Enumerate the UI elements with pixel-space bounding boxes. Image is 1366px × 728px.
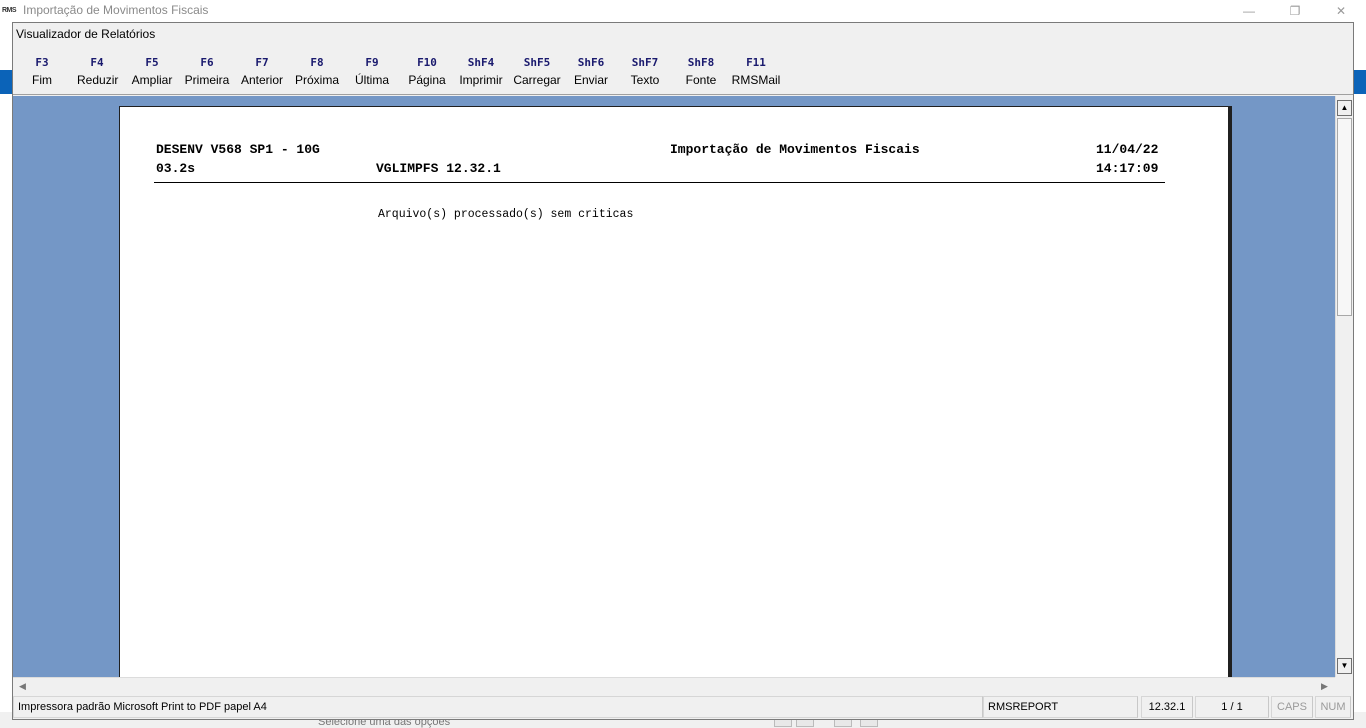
- toolbar-button-reduzir[interactable]: F4 Reduzir: [77, 55, 119, 91]
- toolbar-key: ShF8: [687, 56, 715, 69]
- function-key-toolbar: F3 Fim F4 Reduzir F5 Ampliar F6 Primeira…: [13, 49, 1353, 95]
- report-environment: DESENV V568 SP1 - 10G: [156, 142, 320, 157]
- toolbar-button-fim[interactable]: F3 Fim: [27, 55, 57, 91]
- outer-title-bar: RMS Importação de Movimentos Fiscais — ❐…: [0, 0, 1366, 22]
- toolbar-button-primeira[interactable]: F6 Primeira: [183, 55, 231, 91]
- outer-window-edge-right: [1354, 70, 1366, 94]
- report-canvas[interactable]: DESENV V568 SP1 - 10G Importação de Movi…: [13, 96, 1335, 677]
- toolbar-label: RMSMail: [731, 73, 781, 87]
- toolbar-label: Fonte: [685, 73, 717, 87]
- toolbar-key: ShF6: [577, 56, 605, 69]
- toolbar-key: F7: [255, 56, 269, 69]
- outer-window-edge-left: [0, 70, 12, 94]
- toolbar-label: Fim: [32, 73, 52, 87]
- toolbar-button-rmsmail[interactable]: F11 RMSMail: [731, 55, 781, 91]
- status-num: NUM: [1315, 696, 1351, 718]
- scroll-down-icon[interactable]: ▼: [1337, 658, 1352, 674]
- toolbar-label: Ampliar: [131, 73, 173, 87]
- status-module: RMSREPORT: [983, 696, 1138, 718]
- status-bar: Impressora padrão Microsoft Print to PDF…: [13, 696, 1353, 719]
- vertical-scroll-thumb[interactable]: [1337, 118, 1352, 316]
- app-logo-icon: RMS: [2, 7, 17, 14]
- status-version: 12.32.1: [1141, 696, 1193, 718]
- scroll-up-icon[interactable]: ▲: [1337, 100, 1352, 116]
- report-date: 11/04/22: [1096, 142, 1159, 157]
- toolbar-label: Próxima: [294, 73, 339, 87]
- close-icon[interactable]: ✕: [1318, 0, 1364, 22]
- toolbar-label: Última: [354, 73, 389, 87]
- report-header-rule: [154, 182, 1165, 183]
- toolbar-button-imprimir[interactable]: ShF4 Imprimir: [457, 55, 505, 91]
- toolbar-button-anterior[interactable]: F7 Anterior: [239, 55, 285, 91]
- toolbar-button-ampliar[interactable]: F5 Ampliar: [130, 55, 174, 91]
- viewer-title: Visualizador de Relatórios: [16, 27, 156, 41]
- toolbar-label: Enviar: [573, 73, 608, 87]
- toolbar-key: F5: [145, 56, 159, 69]
- toolbar-button-pagina[interactable]: F10 Página: [405, 55, 449, 91]
- report-title: Importação de Movimentos Fiscais: [670, 142, 920, 157]
- toolbar-key: F11: [746, 56, 766, 69]
- status-printer: Impressora padrão Microsoft Print to PDF…: [13, 696, 983, 718]
- status-page: 1 / 1: [1195, 696, 1269, 718]
- toolbar-key: F3: [35, 56, 49, 69]
- toolbar-label: Primeira: [184, 73, 230, 87]
- vertical-scrollbar[interactable]: ▲ ▼: [1335, 96, 1353, 677]
- toolbar-label: Texto: [630, 73, 660, 87]
- status-caps: CAPS: [1271, 696, 1313, 718]
- toolbar-key: ShF7: [631, 56, 659, 69]
- report-message: Arquivo(s) processado(s) sem criticas: [378, 208, 634, 221]
- minimize-icon[interactable]: —: [1226, 0, 1272, 22]
- toolbar-key: F10: [417, 56, 437, 69]
- toolbar-label: Página: [408, 73, 446, 87]
- report-elapsed: 03.2s: [156, 161, 196, 176]
- toolbar-label: Carregar: [513, 73, 561, 87]
- outer-window-title: Importação de Movimentos Fiscais: [23, 3, 209, 17]
- toolbar-button-carregar[interactable]: ShF5 Carregar: [513, 55, 561, 91]
- toolbar-label: Imprimir: [459, 73, 503, 87]
- maximize-icon[interactable]: ❐: [1272, 0, 1318, 22]
- toolbar-key: F6: [200, 56, 214, 69]
- report-time: 14:17:09: [1096, 161, 1159, 176]
- toolbar-button-texto[interactable]: ShF7 Texto: [627, 55, 663, 91]
- horizontal-scrollbar[interactable]: ◀ ▶: [13, 677, 1335, 694]
- toolbar-button-enviar[interactable]: ShF6 Enviar: [571, 55, 611, 91]
- toolbar-button-fonte[interactable]: ShF8 Fonte: [683, 55, 719, 91]
- toolbar-key: F4: [90, 56, 104, 69]
- toolbar-label: Anterior: [240, 73, 284, 87]
- scroll-right-icon[interactable]: ▶: [1317, 679, 1332, 693]
- toolbar-button-ultima[interactable]: F9 Última: [351, 55, 393, 91]
- report-program: VGLIMPFS 12.32.1: [376, 161, 501, 176]
- toolbar-button-proxima[interactable]: F8 Próxima: [293, 55, 341, 91]
- toolbar-label: Reduzir: [77, 73, 119, 87]
- toolbar-key: ShF5: [523, 56, 551, 69]
- report-page: DESENV V568 SP1 - 10G Importação de Movi…: [119, 106, 1229, 677]
- scroll-left-icon[interactable]: ◀: [15, 679, 30, 693]
- toolbar-key: F9: [365, 56, 379, 69]
- toolbar-key: ShF4: [467, 56, 495, 69]
- toolbar-key: F8: [310, 56, 324, 69]
- report-viewer-window: Visualizador de Relatórios F3 Fim F4 Red…: [12, 22, 1354, 720]
